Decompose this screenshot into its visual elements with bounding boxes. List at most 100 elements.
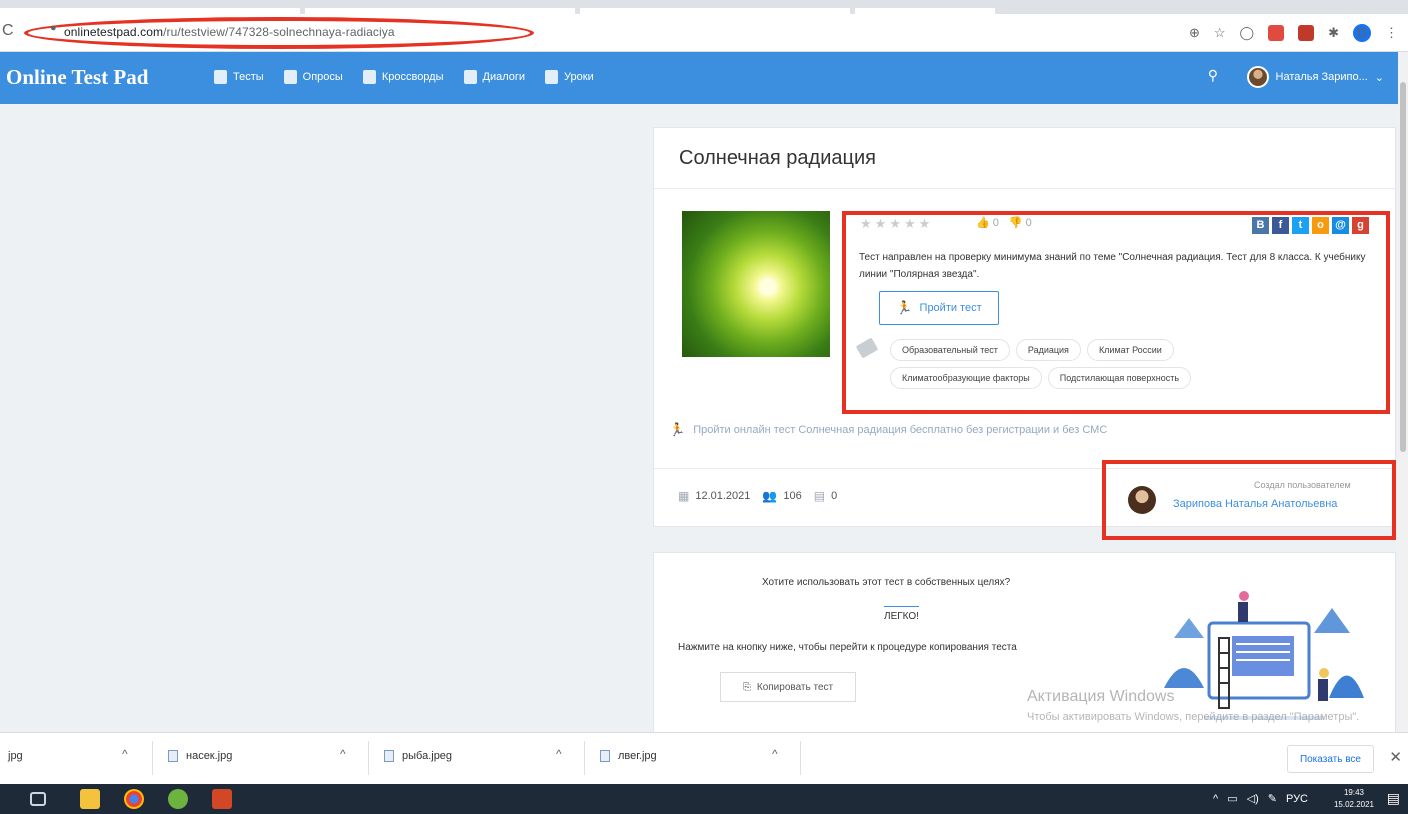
download-filename: рыба.jpeg: [402, 750, 453, 762]
clock-date: 15.02.2021: [1333, 800, 1374, 809]
participants-count: 106: [783, 490, 802, 502]
download-filename: jpg: [8, 750, 23, 762]
address-bar: C ● onlinetestpad.com/ru/testview/747328…: [0, 14, 1408, 52]
url-path: /ru/testview/747328-solnechnaya-radiaciy…: [163, 25, 395, 39]
divider: [654, 188, 1395, 189]
surveys-icon: [283, 70, 297, 84]
download-item[interactable]: рыба.jpeg: [384, 750, 452, 762]
nav-crosswords[interactable]: Кроссворды: [362, 70, 444, 84]
date-info: ▦ 12.01.2021: [678, 489, 750, 503]
download-filename: насек.jpg: [186, 750, 233, 762]
participants-info: 👥 106: [762, 489, 801, 503]
copy-hint: Нажмите на кнопку ниже, чтобы перейти к …: [678, 642, 1017, 653]
windows-taskbar: ^ ▭ ◁) ✎ РУС 19:43 15.02.2021 ▤: [0, 784, 1408, 814]
main-nav: Тесты Опросы Кроссворды Диалоги Уроки: [214, 70, 594, 84]
file-icon: [384, 750, 394, 762]
nav-dialogs[interactable]: Диалоги: [463, 70, 526, 84]
nav-surveys[interactable]: Опросы: [283, 70, 343, 84]
divider: [152, 741, 153, 775]
comment-icon: ▤: [813, 489, 826, 503]
page-scrollbar[interactable]: [1398, 52, 1408, 732]
activation-text: Чтобы активировать Windows, перейдите в …: [1027, 711, 1360, 723]
lock-icon: ●: [50, 22, 57, 34]
app-icon[interactable]: [168, 789, 188, 809]
bookmark-star-icon[interactable]: ☆: [1214, 25, 1226, 41]
nav-tests[interactable]: Тесты: [214, 70, 264, 84]
language-indicator[interactable]: РУС: [1286, 793, 1308, 805]
user-menu[interactable]: Наталья Зарипо... ⌄: [1246, 66, 1384, 88]
notification-icon[interactable]: ▤: [1387, 790, 1400, 807]
tests-icon: [214, 70, 227, 84]
runner-icon: 🏃: [669, 422, 686, 437]
extension-icon[interactable]: [1268, 25, 1285, 41]
tab-strip: [0, 0, 1408, 14]
zoom-icon[interactable]: ⊕: [1189, 25, 1200, 41]
comments-info: ▤ 0: [814, 489, 837, 503]
chevron-down-icon: ⌄: [1374, 71, 1384, 84]
chevron-up-icon[interactable]: ^: [122, 747, 128, 761]
extension-icon[interactable]: [1298, 25, 1315, 41]
user-avatar: [1246, 66, 1269, 88]
scrollbar-thumb[interactable]: [1400, 82, 1406, 452]
test-image: [682, 211, 830, 357]
close-icon[interactable]: ✕: [1389, 748, 1402, 766]
pen-icon[interactable]: ✎: [1268, 792, 1277, 805]
dialogs-icon: [463, 70, 477, 84]
url-host: onlinetestpad.com: [64, 25, 164, 39]
show-all-downloads-button[interactable]: Показать все: [1286, 745, 1374, 773]
download-filename: лвег.jpg: [618, 750, 657, 762]
nav-lessons[interactable]: Уроки: [545, 70, 594, 84]
nav-label: Опросы: [302, 71, 343, 83]
clock-time: 19:43: [1343, 788, 1364, 797]
extension-circle-icon[interactable]: ◯: [1240, 25, 1255, 41]
divider: [800, 741, 801, 775]
test-title: Солнечная радиация: [679, 147, 876, 169]
download-item[interactable]: насек.jpg: [168, 750, 232, 762]
volume-icon[interactable]: ◁): [1247, 792, 1259, 805]
download-bar: jpg ^ насек.jpg ^ рыба.jpeg ^ лвег.jpg ^…: [0, 732, 1408, 784]
users-icon: 👥: [762, 489, 778, 503]
chrome-icon[interactable]: [124, 789, 144, 809]
network-icon[interactable]: ▭: [1227, 792, 1237, 805]
copy-icon: ⎘: [742, 681, 751, 693]
test-card: Солнечная радиация ★ ★ ★ ★ ★ 👍 0 👎 0 В f t о…: [653, 127, 1396, 540]
lessons-icon: [545, 70, 559, 84]
chevron-up-icon[interactable]: ^: [1213, 793, 1218, 805]
search-icon[interactable]: ⚲: [1208, 67, 1218, 84]
menu-kebab-icon[interactable]: ⋮: [1385, 25, 1398, 41]
file-icon: [168, 750, 178, 762]
activation-title: Активация Windows: [1027, 688, 1175, 705]
calendar-icon: ▦: [678, 489, 690, 503]
system-tray: ^ ▭ ◁) ✎ РУС: [1213, 792, 1308, 806]
powerpoint-icon[interactable]: [212, 789, 232, 809]
chevron-up-icon[interactable]: ^: [340, 747, 346, 761]
chevron-up-icon[interactable]: ^: [556, 747, 562, 761]
divider: [584, 741, 585, 775]
user-name: Наталья Зарипо...: [1275, 71, 1368, 83]
copy-easy: ЛЕГКО!: [884, 606, 919, 622]
reload-icon[interactable]: C: [2, 22, 14, 40]
nav-label: Кроссворды: [381, 71, 444, 83]
puzzle-icon[interactable]: ✱: [1328, 25, 1339, 41]
profile-avatar[interactable]: D: [1353, 24, 1371, 42]
chevron-up-icon[interactable]: ^: [772, 747, 778, 761]
copy-test-button[interactable]: ⎘ Копировать тест: [720, 672, 856, 702]
download-item[interactable]: jpg: [8, 750, 23, 762]
windows-activation-watermark: Активация Windows Чтобы активировать Win…: [1027, 688, 1367, 725]
file-icon: [600, 750, 610, 762]
take-online-link[interactable]: 🏃 Пройти онлайн тест Солнечная радиация …: [669, 422, 1107, 438]
take-online-text: Пройти онлайн тест Солнечная радиация бе…: [693, 424, 1108, 436]
copy-button-label: Копировать тест: [756, 681, 834, 693]
toolbar-icons: ⊕ ☆ ◯ ✱ D ⋮: [1189, 24, 1398, 42]
created-date: 12.01.2021: [695, 490, 751, 502]
test-meta: ▦ 12.01.2021 👥 106 ▤ 0: [678, 489, 837, 503]
task-view-icon[interactable]: [30, 792, 46, 806]
clock[interactable]: 19:43 15.02.2021: [1334, 787, 1374, 811]
nav-label: Тесты: [233, 71, 264, 83]
file-explorer-icon[interactable]: [80, 789, 100, 809]
site-logo[interactable]: Online Test Pad: [6, 65, 148, 90]
nav-label: Диалоги: [482, 71, 526, 83]
url-field[interactable]: onlinetestpad.com/ru/testview/747328-sol…: [64, 25, 395, 39]
author-highlight-annotation: [1102, 460, 1396, 540]
download-item[interactable]: лвег.jpg: [600, 750, 657, 762]
